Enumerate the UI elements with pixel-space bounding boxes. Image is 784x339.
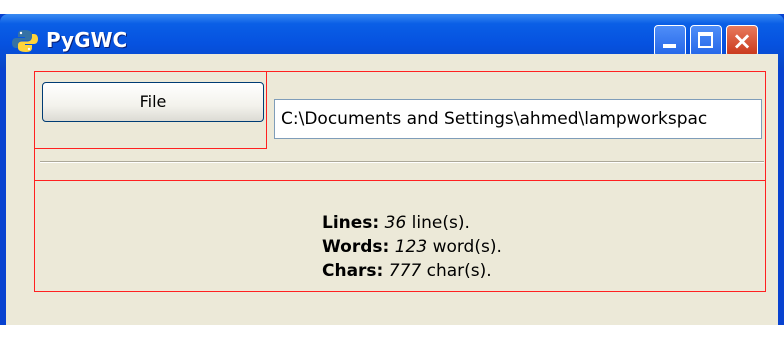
- close-button[interactable]: ×: [726, 25, 758, 57]
- lines-unit: line(s).: [411, 213, 470, 233]
- stats-panel: Lines: 36 line(s). Words: 123 word(s). C…: [322, 211, 502, 283]
- separator: [40, 161, 764, 163]
- lines-value: 36: [384, 213, 407, 233]
- window-title: PyGWC: [46, 28, 128, 52]
- lines-row: Lines: 36 line(s).: [322, 211, 502, 235]
- maximize-button[interactable]: [690, 25, 722, 57]
- minimize-button[interactable]: [654, 25, 686, 57]
- words-unit: word(s).: [432, 237, 502, 257]
- words-label: Words:: [322, 237, 390, 257]
- python-logo-icon: [12, 30, 38, 52]
- minimize-icon: [663, 44, 676, 48]
- chars-label: Chars:: [322, 261, 384, 281]
- window-bottom: [0, 325, 784, 339]
- file-button[interactable]: File: [42, 82, 264, 122]
- chars-value: 777: [388, 261, 422, 281]
- chars-unit: char(s).: [426, 261, 492, 281]
- chars-row: Chars: 777 char(s).: [322, 259, 502, 283]
- close-icon: ×: [732, 27, 753, 55]
- words-row: Words: 123 word(s).: [322, 235, 502, 259]
- lines-label: Lines:: [322, 213, 380, 233]
- maximize-icon: [698, 32, 713, 48]
- file-path-input[interactable]: C:\Documents and Settings\ahmed\lampwork…: [274, 99, 762, 139]
- words-value: 123: [394, 237, 428, 257]
